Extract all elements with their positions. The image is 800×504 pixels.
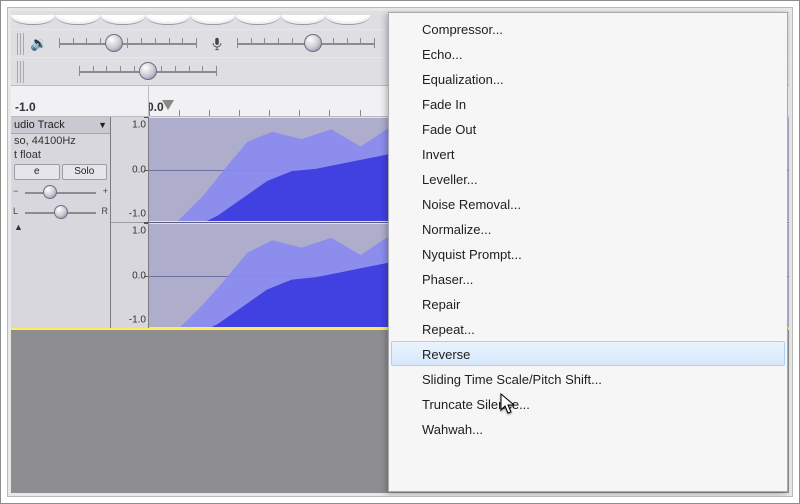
amp-tick-label: -1.0 (129, 314, 146, 325)
menu-item-sliding-time-scale-pitch-shift[interactable]: Sliding Time Scale/Pitch Shift... (391, 366, 785, 391)
menu-item-normalize[interactable]: Normalize... (391, 216, 785, 241)
menu-item-repeat[interactable]: Repeat... (391, 316, 785, 341)
speaker-icon: 🔉 (31, 36, 47, 52)
toolbar-grip-icon[interactable] (17, 61, 25, 83)
menu-item-noise-removal[interactable]: Noise Removal... (391, 191, 785, 216)
amp-tick-label: -1.0 (129, 208, 146, 219)
gain-slider[interactable]: − + (13, 184, 108, 200)
menu-item-echo[interactable]: Echo... (391, 41, 785, 66)
track-format: t float (11, 148, 110, 162)
track-dropdown-icon[interactable]: ▼ (98, 120, 107, 130)
menu-item-truncate-silence[interactable]: Truncate Silence... (391, 391, 785, 416)
ruler-label: -1.0 (15, 100, 36, 114)
menu-item-equalization[interactable]: Equalization... (391, 66, 785, 91)
pan-left-label: L (13, 206, 18, 216)
menu-item-nyquist-prompt[interactable]: Nyquist Prompt... (391, 241, 785, 266)
menu-item-fade-out[interactable]: Fade Out (391, 116, 785, 141)
menu-item-invert[interactable]: Invert (391, 141, 785, 166)
amp-tick-label: 1.0 (132, 120, 146, 131)
effects-context-menu: Compressor...Echo...Equalization...Fade … (388, 12, 788, 492)
transport-knob[interactable] (325, 15, 371, 25)
amp-tick-label: 1.0 (132, 226, 146, 237)
menu-item-repair[interactable]: Repair (391, 291, 785, 316)
play-speed-slider[interactable] (73, 63, 223, 81)
menu-item-leveller[interactable]: Leveller... (391, 166, 785, 191)
pan-right-label: R (102, 206, 109, 216)
audacity-window: 🔉 + (0, 0, 800, 504)
menu-item-compressor[interactable]: Compressor... (391, 16, 785, 41)
track-rate: so, 44100Hz (11, 134, 110, 148)
transport-knob[interactable] (190, 15, 236, 25)
track-header[interactable]: udio Track ▼ (11, 117, 110, 134)
toolbar-grip-icon[interactable] (17, 33, 25, 55)
solo-button[interactable]: Solo (62, 164, 108, 180)
track-panel: udio Track ▼ so, 44100Hz t float e Solo … (11, 117, 111, 328)
transport-knob[interactable] (100, 15, 146, 25)
transport-knob[interactable] (55, 15, 101, 25)
ruler-left-gutter: -1.0 (11, 86, 149, 116)
pan-slider[interactable]: L R (13, 204, 108, 220)
transport-knob[interactable] (145, 15, 191, 25)
menu-item-reverse[interactable]: Reverse (391, 341, 785, 366)
collapse-icon[interactable]: ▲ (11, 222, 110, 232)
input-volume-slider[interactable] (231, 35, 381, 53)
track-name: udio Track (14, 119, 65, 131)
transport-knob[interactable] (280, 15, 326, 25)
mute-button[interactable]: e (14, 164, 60, 180)
transport-knob[interactable] (10, 15, 56, 25)
amplitude-ruler: 1.00.0-1.0 1.00.0-1.0 (111, 117, 149, 328)
microphone-icon (209, 36, 225, 52)
menu-item-phaser[interactable]: Phaser... (391, 266, 785, 291)
app-frame: 🔉 + (7, 7, 793, 497)
output-volume-slider[interactable] (53, 35, 203, 53)
menu-item-wahwah[interactable]: Wahwah... (391, 416, 785, 441)
menu-item-fade-in[interactable]: Fade In (391, 91, 785, 116)
ruler-label: 0.0 (149, 100, 164, 114)
transport-knob[interactable] (235, 15, 281, 25)
